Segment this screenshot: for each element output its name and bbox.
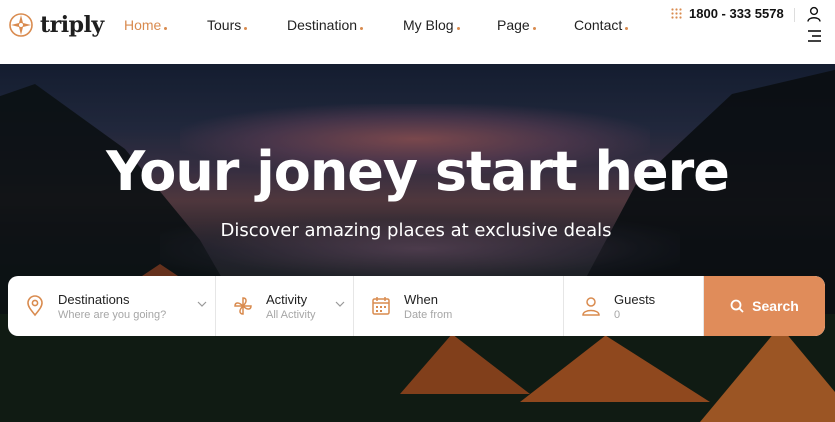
when-placeholder: Date from bbox=[404, 308, 453, 321]
guests-label: Guests bbox=[614, 291, 656, 307]
chevron-down-icon[interactable] bbox=[197, 300, 207, 308]
hero-banner: Your joney start here Discover amazing p… bbox=[0, 64, 835, 422]
map-pin-icon bbox=[27, 295, 43, 317]
phone-contact[interactable]: 1800 - 333 5578 bbox=[671, 6, 784, 21]
dial-pad-icon bbox=[671, 8, 682, 19]
nav-dot bbox=[360, 27, 364, 30]
search-button[interactable]: Search bbox=[704, 276, 825, 336]
nav-label: Home bbox=[124, 17, 162, 33]
phone-number: 1800 - 333 5578 bbox=[689, 6, 784, 21]
main-nav: Home Tours Destination My Blog Page Cont… bbox=[124, 17, 644, 33]
nav-item-home[interactable]: Home bbox=[124, 17, 207, 33]
nav-item-contact[interactable]: Contact bbox=[574, 17, 644, 33]
activity-field[interactable]: Activity All Activity bbox=[216, 276, 354, 336]
hero-subtitle: Discover amazing places at exclusive dea… bbox=[220, 220, 612, 241]
pinwheel-icon bbox=[234, 297, 252, 315]
compass-logo-icon bbox=[9, 13, 33, 37]
nav-dot bbox=[532, 27, 536, 30]
when-field[interactable]: When Date from bbox=[354, 276, 564, 336]
nav-dot bbox=[625, 27, 629, 30]
nav-dot bbox=[164, 27, 168, 30]
nav-item-my-blog[interactable]: My Blog bbox=[403, 17, 497, 33]
activity-value: All Activity bbox=[266, 308, 316, 321]
destinations-field[interactable]: Destinations Where are you going? bbox=[8, 276, 216, 336]
search-button-label: Search bbox=[752, 298, 799, 314]
destinations-label: Destinations bbox=[58, 291, 130, 307]
search-form: Destinations Where are you going? Activi… bbox=[8, 276, 825, 336]
chevron-down-icon[interactable] bbox=[335, 300, 345, 308]
hero-overlay bbox=[0, 64, 835, 422]
nav-dot bbox=[244, 27, 248, 30]
guests-value: 0 bbox=[614, 308, 621, 321]
nav-label: Page bbox=[497, 17, 530, 33]
nav-item-tours[interactable]: Tours bbox=[207, 17, 287, 33]
nav-item-destination[interactable]: Destination bbox=[287, 17, 403, 33]
brand-name: triply bbox=[40, 12, 104, 38]
menu-icon[interactable] bbox=[806, 30, 822, 42]
site-header: triply Home Tours Destination My Blog Pa… bbox=[0, 0, 835, 64]
header-divider bbox=[794, 8, 795, 22]
hero-title: Your joney start here bbox=[106, 140, 730, 203]
calendar-icon bbox=[372, 297, 390, 315]
when-label: When bbox=[404, 291, 438, 307]
nav-label: Contact bbox=[574, 17, 623, 33]
user-icon[interactable] bbox=[806, 6, 822, 22]
nav-item-page[interactable]: Page bbox=[497, 17, 574, 33]
nav-label: Destination bbox=[287, 17, 358, 33]
guests-field[interactable]: Guests 0 bbox=[564, 276, 704, 336]
destinations-placeholder: Where are you going? bbox=[58, 308, 167, 321]
activity-label: Activity bbox=[266, 291, 308, 307]
nav-label: Tours bbox=[207, 17, 242, 33]
search-icon bbox=[730, 299, 744, 313]
nav-dot bbox=[456, 27, 460, 30]
brand-logo[interactable]: triply bbox=[8, 12, 104, 38]
nav-label: My Blog bbox=[403, 17, 454, 33]
user-icon bbox=[582, 297, 600, 316]
